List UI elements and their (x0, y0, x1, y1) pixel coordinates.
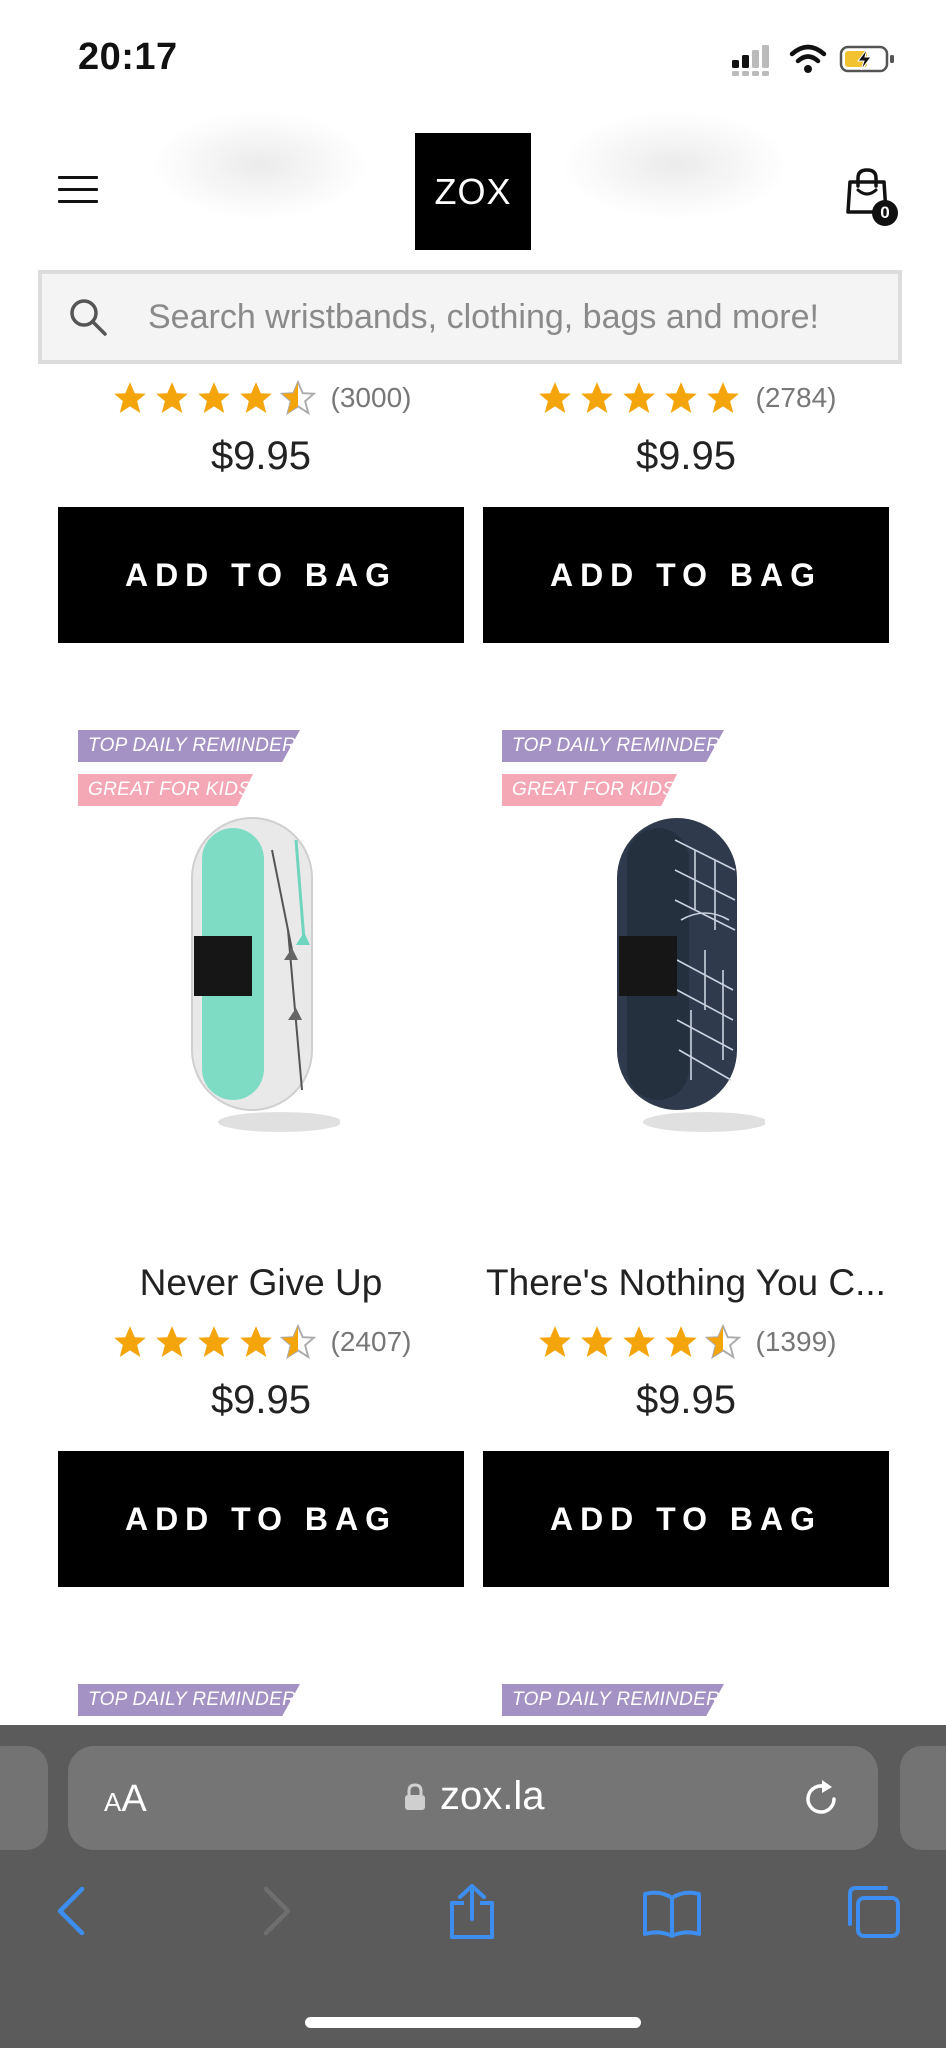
search-icon (70, 299, 107, 336)
star-icon (155, 382, 188, 414)
star-icon (664, 1326, 697, 1358)
product-rating: (2784) (483, 378, 889, 418)
review-count: (2407) (330, 1326, 412, 1357)
cellular-signal-icon (732, 45, 769, 76)
star-icon (155, 1326, 188, 1358)
product-name[interactable]: Never Give Up (58, 1262, 464, 1304)
half-star-icon (279, 1323, 316, 1360)
aa-small: A (104, 1787, 122, 1817)
tag-great-for-kids: GREAT FOR KIDS (78, 774, 253, 806)
home-indicator[interactable] (305, 2017, 641, 2028)
menu-button[interactable] (58, 176, 98, 206)
product-card: (2784) $9.95 ADD TO BAG (483, 378, 889, 643)
add-to-bag-button[interactable]: ADD TO BAG (483, 1451, 889, 1587)
half-star-icon (279, 379, 316, 416)
tag-top-daily-reminder: TOP DAILY REMINDER (502, 1684, 724, 1716)
review-count: (2784) (755, 382, 837, 413)
product-name[interactable]: There's Nothing You C... (483, 1262, 889, 1304)
star-icon (664, 382, 697, 414)
wristband-image-never-give-up[interactable] (180, 810, 340, 1140)
review-count: (1399) (755, 1326, 837, 1357)
star-icon (239, 382, 272, 414)
forward-icon (263, 1886, 291, 1936)
product-card: (3000) $9.95 ADD TO BAG (58, 378, 464, 643)
tag-top-daily-reminder: TOP DAILY REMINDER (78, 1684, 300, 1716)
star-icon (538, 1326, 571, 1358)
add-to-bag-button[interactable]: ADD TO BAG (58, 507, 464, 643)
url-text: zox.la (440, 1774, 545, 1818)
tag-top-daily-reminder: TOP DAILY REMINDER (502, 730, 724, 762)
star-icon (197, 382, 230, 414)
tabs-icon[interactable] (844, 1884, 902, 1940)
back-icon[interactable] (52, 1883, 92, 1939)
star-icon (580, 1326, 613, 1358)
header-decoration (560, 110, 790, 220)
half-star-icon (704, 1323, 741, 1360)
review-count: (3000) (330, 382, 412, 413)
add-to-bag-button[interactable]: ADD TO BAG (483, 507, 889, 643)
product-rating: (3000) (58, 378, 464, 418)
share-icon[interactable] (446, 1883, 498, 1941)
url-display[interactable]: zox.la (404, 1774, 545, 1819)
status-icons (730, 40, 900, 85)
zox-logo[interactable]: ZOX (415, 133, 531, 250)
previous-tab-address-bar[interactable] (0, 1746, 48, 1850)
search-input[interactable] (146, 296, 870, 338)
cart-count-badge: 0 (872, 200, 898, 226)
aa-large: A (121, 1778, 147, 1820)
star-icon (622, 382, 655, 414)
product-rating: (2407) (58, 1322, 464, 1362)
product-price: $9.95 (210, 434, 312, 478)
star-icon (622, 1326, 655, 1358)
header-decoration (150, 110, 370, 220)
add-to-bag-button[interactable]: ADD TO BAG (58, 1451, 464, 1587)
star-icon (706, 382, 739, 414)
product-card: Never Give Up (2407) $9.95 ADD TO BAG (58, 1262, 464, 1587)
product-card: There's Nothing You C... (1399) $9.95 AD… (483, 1262, 889, 1587)
star-icon (197, 1326, 230, 1358)
battery-icon (839, 45, 894, 73)
lock-icon (405, 1782, 425, 1810)
star-icon (580, 382, 613, 414)
shopping-bag-button[interactable]: 0 (846, 168, 898, 226)
bookmarks-icon[interactable] (642, 1888, 702, 1938)
product-price: $9.95 (635, 434, 737, 478)
status-time: 20:17 (78, 36, 178, 78)
menu-icon (58, 176, 98, 203)
star-icon (239, 1326, 272, 1358)
search-bar[interactable] (38, 270, 902, 364)
wristband-image-theres-nothing[interactable] (605, 810, 765, 1140)
tag-top-daily-reminder: TOP DAILY REMINDER (78, 730, 300, 762)
wifi-icon (789, 44, 827, 73)
reader-options-button[interactable]: AA (104, 1778, 147, 1821)
product-price: $9.95 (210, 1378, 312, 1422)
star-icon (113, 1326, 146, 1358)
star-icon (538, 382, 571, 414)
reload-icon[interactable] (800, 1777, 844, 1821)
star-icon (113, 382, 146, 414)
product-rating: (1399) (483, 1322, 889, 1362)
next-tab-address-bar[interactable] (900, 1746, 946, 1850)
tag-great-for-kids: GREAT FOR KIDS (502, 774, 677, 806)
product-price: $9.95 (635, 1378, 737, 1422)
